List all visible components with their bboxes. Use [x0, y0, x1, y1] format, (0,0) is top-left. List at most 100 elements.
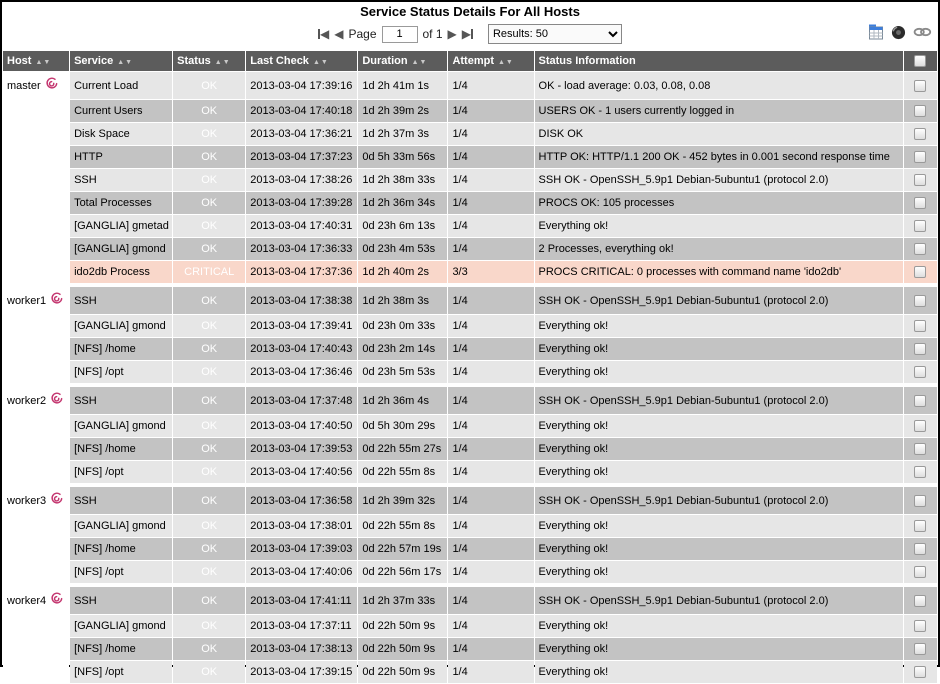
disc-icon[interactable]: [891, 25, 906, 40]
service-row: [GANGLIA] gmetadOK2013-03-04 17:40:310d …: [3, 215, 937, 237]
toolbar: ◀ ◀ Page of 1 ▶ ▶ Results: 50: [2, 21, 938, 49]
service-name-link[interactable]: SSH: [70, 169, 172, 191]
service-name-link[interactable]: SSH: [70, 487, 172, 514]
first-page-button[interactable]: ◀: [318, 28, 329, 40]
row-checkbox[interactable]: [914, 366, 926, 378]
select-all-checkbox[interactable]: [914, 55, 926, 67]
row-checkbox[interactable]: [914, 543, 926, 555]
row-checkbox[interactable]: [914, 495, 926, 507]
service-name-link[interactable]: SSH: [70, 387, 172, 414]
column-header-last-check[interactable]: Last Check▲▼: [246, 51, 357, 71]
next-page-button[interactable]: ▶: [448, 28, 457, 40]
service-name-link[interactable]: [NFS] /home: [70, 538, 172, 560]
row-checkbox[interactable]: [914, 105, 926, 117]
service-name-link[interactable]: [GANGLIA] gmond: [70, 615, 172, 637]
row-checkbox[interactable]: [914, 620, 926, 632]
row-checkbox-cell: [904, 215, 937, 237]
service-name-link[interactable]: [NFS] /opt: [70, 661, 172, 683]
service-name-link[interactable]: [NFS] /opt: [70, 561, 172, 583]
column-header-duration[interactable]: Duration▲▼: [358, 51, 447, 71]
sort-arrows-icon[interactable]: ▲▼: [313, 59, 329, 66]
service-name-link[interactable]: Current Users: [70, 100, 172, 122]
row-checkbox[interactable]: [914, 151, 926, 163]
service-name-link[interactable]: SSH: [70, 287, 172, 314]
sort-arrows-icon[interactable]: ▲▼: [35, 59, 51, 66]
row-checkbox[interactable]: [914, 320, 926, 332]
service-row: [GANGLIA] gmondOK2013-03-04 17:40:500d 5…: [3, 415, 937, 437]
sort-arrows-icon[interactable]: ▲▼: [117, 59, 133, 66]
service-name-link[interactable]: [NFS] /home: [70, 438, 172, 460]
row-checkbox-cell: [904, 287, 937, 314]
status-badge: OK: [173, 487, 245, 514]
columns-table-icon[interactable]: [868, 24, 884, 40]
host-name-link[interactable]: worker3: [7, 493, 46, 509]
service-name-link[interactable]: [NFS] /opt: [70, 361, 172, 383]
service-name-link[interactable]: [GANGLIA] gmond: [70, 238, 172, 260]
row-checkbox[interactable]: [914, 643, 926, 655]
last-page-button[interactable]: ▶: [462, 28, 473, 40]
column-header-service[interactable]: Service▲▼: [70, 51, 172, 71]
link-icon[interactable]: [913, 26, 932, 38]
host-name-link[interactable]: worker4: [7, 593, 46, 609]
service-name-link[interactable]: SSH: [70, 587, 172, 614]
status-badge: OK: [173, 215, 245, 237]
status-badge: OK: [173, 415, 245, 437]
sort-arrows-icon[interactable]: ▲▼: [215, 59, 231, 66]
row-checkbox[interactable]: [914, 197, 926, 209]
page-title: Service Status Details For All Hosts: [2, 2, 938, 19]
service-name-link[interactable]: [NFS] /home: [70, 638, 172, 660]
service-name-link[interactable]: [GANGLIA] gmond: [70, 515, 172, 537]
row-checkbox[interactable]: [914, 443, 926, 455]
service-name-link[interactable]: Disk Space: [70, 123, 172, 145]
column-header-attempt[interactable]: Attempt▲▼: [448, 51, 533, 71]
status-badge: OK: [173, 661, 245, 683]
sort-arrows-icon[interactable]: ▲▼: [498, 59, 514, 66]
host-name-link[interactable]: worker2: [7, 393, 46, 409]
attempt-value: 3/3: [448, 261, 533, 283]
row-checkbox[interactable]: [914, 666, 926, 678]
service-name-link[interactable]: [NFS] /home: [70, 338, 172, 360]
row-checkbox[interactable]: [914, 595, 926, 607]
results-per-page-select[interactable]: Results: 50: [488, 24, 622, 44]
attempt-value: 1/4: [448, 238, 533, 260]
row-checkbox[interactable]: [914, 343, 926, 355]
service-row: [GANGLIA] gmondOK2013-03-04 17:37:110d 2…: [3, 615, 937, 637]
row-checkbox[interactable]: [914, 128, 926, 140]
host-name-link[interactable]: master: [7, 78, 41, 94]
attempt-value: 1/4: [448, 538, 533, 560]
column-header-status[interactable]: Status▲▼: [173, 51, 245, 71]
sort-arrows-icon[interactable]: ▲▼: [412, 59, 428, 66]
row-checkbox[interactable]: [914, 266, 926, 278]
attempt-value: 1/4: [448, 561, 533, 583]
service-name-link[interactable]: [NFS] /opt: [70, 461, 172, 483]
service-name-link[interactable]: Total Processes: [70, 192, 172, 214]
service-name-link[interactable]: Current Load: [70, 72, 172, 99]
service-name-link[interactable]: [GANGLIA] gmond: [70, 415, 172, 437]
service-name-link[interactable]: [GANGLIA] gmetad: [70, 215, 172, 237]
row-checkbox[interactable]: [914, 520, 926, 532]
service-name-link[interactable]: ido2db Process: [70, 261, 172, 283]
row-checkbox[interactable]: [914, 80, 926, 92]
column-header-host[interactable]: Host▲▼: [3, 51, 69, 71]
row-checkbox[interactable]: [914, 220, 926, 232]
status-badge: OK: [173, 146, 245, 168]
row-checkbox[interactable]: [914, 174, 926, 186]
attempt-value: 1/4: [448, 169, 533, 191]
page-number-input[interactable]: [382, 26, 418, 43]
last-check-value: 2013-03-04 17:39:03: [246, 538, 357, 560]
service-row: [NFS] /homeOK2013-03-04 17:39:030d 22h 5…: [3, 538, 937, 560]
status-badge: OK: [173, 538, 245, 560]
row-checkbox[interactable]: [914, 466, 926, 478]
attempt-value: 1/4: [448, 123, 533, 145]
service-row: [NFS] /homeOK2013-03-04 17:40:430d 23h 2…: [3, 338, 937, 360]
host-name-link[interactable]: worker1: [7, 293, 46, 309]
row-checkbox[interactable]: [914, 395, 926, 407]
row-checkbox[interactable]: [914, 420, 926, 432]
row-checkbox[interactable]: [914, 566, 926, 578]
row-checkbox[interactable]: [914, 243, 926, 255]
service-name-link[interactable]: HTTP: [70, 146, 172, 168]
service-name-link[interactable]: [GANGLIA] gmond: [70, 315, 172, 337]
previous-page-button[interactable]: ◀: [334, 28, 343, 40]
duration-value: 0d 23h 0m 33s: [358, 315, 447, 337]
row-checkbox[interactable]: [914, 295, 926, 307]
